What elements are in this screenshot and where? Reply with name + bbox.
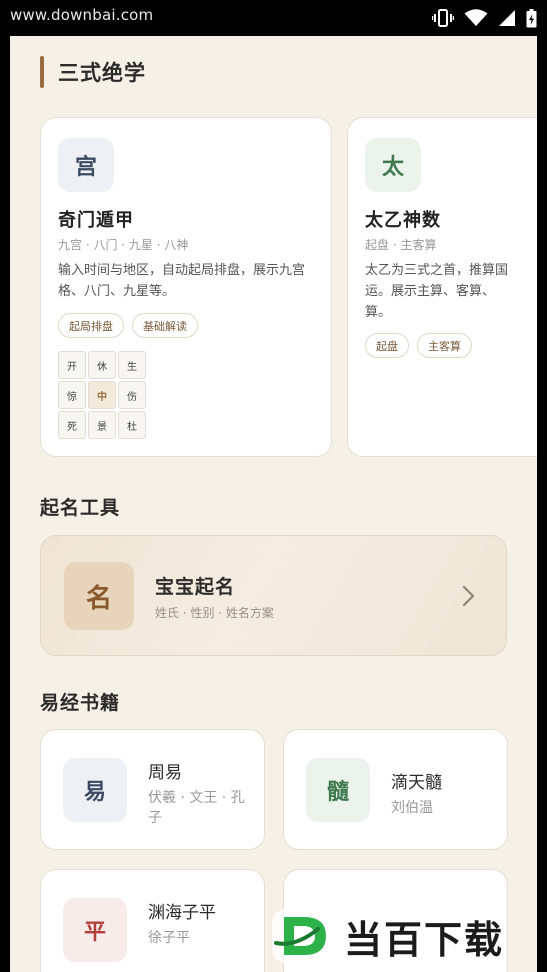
taiyi-icon: 太 [365,138,421,192]
grid-cell-center: 中 [88,381,116,409]
watermark-brand: 当百下载 [344,917,505,962]
card-tags: 起盘 主客算 [365,333,472,358]
grid-cell: 开 [58,351,86,379]
book-author: 伏羲 · 文王 · 孔子 [148,790,245,826]
grid-cell: 伤 [118,381,146,409]
book-title: 滴天髓 [391,773,442,793]
section-title-naming: 起名工具 [40,497,121,519]
watermark-logo: 当百下载 [270,905,547,967]
nine-palace-grid: 开 休 生 惊 中 伤 死 景 杜 [58,351,146,439]
book-author: 徐子平 [148,930,190,946]
tag-chip[interactable]: 主客算 [417,333,472,358]
book-card-yuanhai[interactable]: 平 渊海子平 徐子平 [40,869,265,972]
card-description: 太乙为三式之首，推算国运。展示主算、客算、算。 [365,263,509,320]
section-header-sanshi: 三式绝学 [40,56,146,88]
book-title: 周易 [148,763,182,783]
section-title-books: 易经书籍 [40,692,121,714]
book-icon: 平 [63,898,127,962]
card-title: 奇门遁甲 [58,210,134,231]
grid-cell: 生 [118,351,146,379]
signal-icon [499,10,515,26]
naming-subtitle: 姓氏 · 性别 · 姓名方案 [155,606,274,620]
card-tags: 起局排盘 基础解读 [58,313,198,338]
tag-chip[interactable]: 起局排盘 [58,313,124,338]
naming-icon: 名 [64,562,134,630]
watermark-url: www.downbai.com [10,6,154,24]
section-title: 三式绝学 [58,61,146,85]
grid-cell: 死 [58,411,86,439]
qimen-card[interactable]: 宫 奇门遁甲 九宫 · 八门 · 九星 · 八神 输入时间与地区，自动起局排盘，… [40,117,332,457]
card-description: 输入时间与地区，自动起局排盘，展示九宫格、八门、九星等。 [58,263,306,299]
card-title: 太乙神数 [365,210,441,231]
book-card-zhouyi[interactable]: 易 周易 伏羲 · 文王 · 孔子 [40,729,265,850]
grid-cell: 休 [88,351,116,379]
book-title: 渊海子平 [148,903,216,923]
book-author: 刘伯温 [391,800,433,816]
vibrate-icon [432,9,454,27]
chevron-right-icon [462,585,475,607]
grid-cell: 景 [88,411,116,439]
grid-cell: 杜 [118,411,146,439]
card-subtitle: 起盘 · 主客算 [365,238,437,252]
taiyi-card[interactable]: 太 太乙神数 起盘 · 主客算 太乙为三式之首，推算国运。展示主算、客算、算。 … [347,117,537,457]
status-icons [432,8,537,28]
baby-naming-card[interactable]: 名 宝宝起名 姓氏 · 性别 · 姓名方案 [40,535,507,656]
status-bar: www.downbai.com [0,0,547,36]
qimen-icon: 宫 [58,138,114,192]
book-card-ditiansui[interactable]: 髓 滴天髓 刘伯温 [283,729,508,850]
tag-chip[interactable]: 基础解读 [132,313,198,338]
logo-icon [272,909,334,963]
tag-chip[interactable]: 起盘 [365,333,409,358]
section-accent-bar [40,56,44,88]
app-screen: 三式绝学 宫 奇门遁甲 九宫 · 八门 · 九星 · 八神 输入时间与地区，自动… [10,36,537,972]
naming-title: 宝宝起名 [155,576,236,598]
card-subtitle: 九宫 · 八门 · 九星 · 八神 [58,238,189,252]
battery-icon [526,8,537,27]
wifi-icon [464,9,488,26]
book-icon: 易 [63,758,127,822]
book-icon: 髓 [306,758,370,822]
grid-cell: 惊 [58,381,86,409]
